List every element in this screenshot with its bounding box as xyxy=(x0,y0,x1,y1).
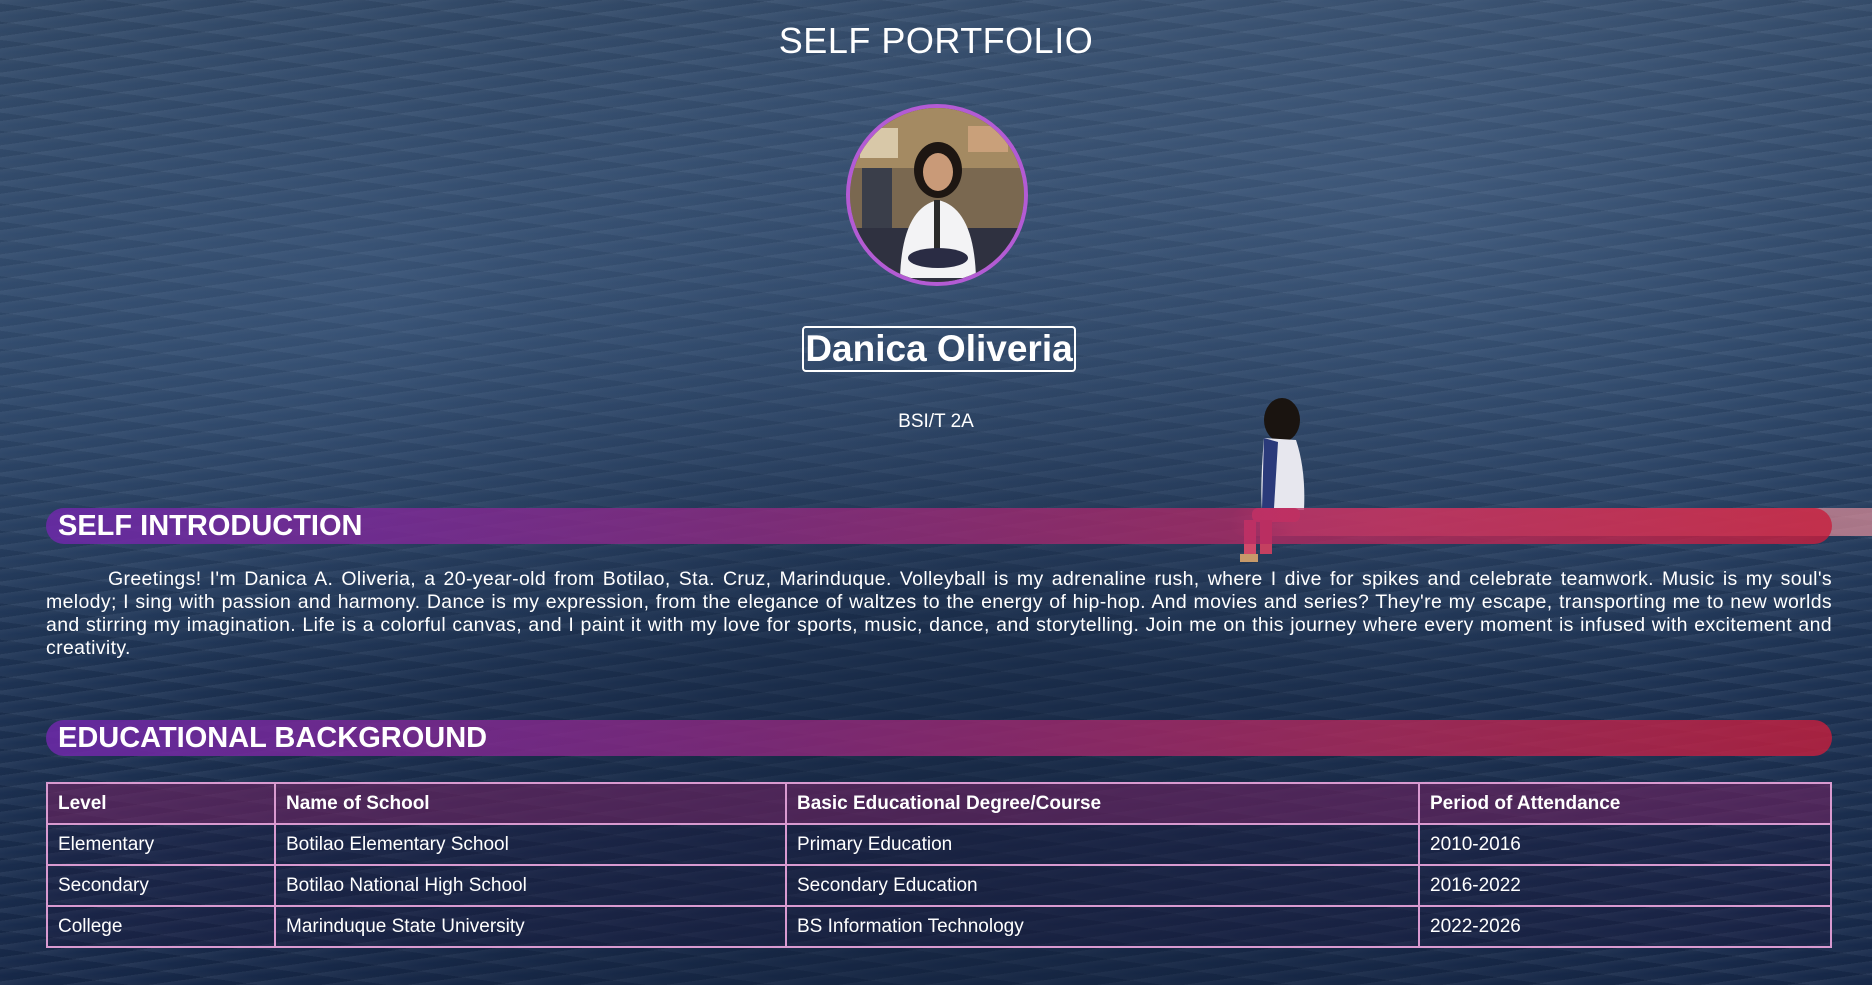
cell-degree: BS Information Technology xyxy=(785,905,1420,948)
table-header-row: Level Name of School Basic Educational D… xyxy=(46,782,1832,825)
educational-background-heading: EDUCATIONAL BACKGROUND xyxy=(46,720,1832,756)
cell-period: 2022-2026 xyxy=(1418,905,1832,948)
cell-period: 2016-2022 xyxy=(1418,864,1832,907)
column-header-period: Period of Attendance xyxy=(1418,782,1832,825)
profile-photo-icon xyxy=(850,108,1024,282)
cell-period: 2010-2016 xyxy=(1418,823,1832,866)
table-row: Elementary Botilao Elementary School Pri… xyxy=(46,823,1832,866)
column-header-school: Name of School xyxy=(274,782,787,825)
cell-degree: Secondary Education xyxy=(785,864,1420,907)
self-introduction-heading: SELF INTRODUCTION xyxy=(46,508,1832,544)
portfolio-page: SELF PORTFOLIO Danica Oliveria BSI/T 2A … xyxy=(0,0,1872,985)
table-row: Secondary Botilao National High School S… xyxy=(46,864,1832,907)
profile-avatar xyxy=(846,104,1028,286)
cell-level: Secondary xyxy=(46,864,276,907)
cell-school: Marinduque State University xyxy=(274,905,787,948)
cell-degree: Primary Education xyxy=(785,823,1420,866)
table-row: College Marinduque State University BS I… xyxy=(46,905,1832,948)
cell-school: Botilao Elementary School xyxy=(274,823,787,866)
cell-level: Elementary xyxy=(46,823,276,866)
cell-level: College xyxy=(46,905,276,948)
column-header-degree: Basic Educational Degree/Course xyxy=(785,782,1420,825)
cell-school: Botilao National High School xyxy=(274,864,787,907)
self-introduction-text: Greetings! I'm Danica A. Oliveria, a 20-… xyxy=(46,568,1832,659)
profile-name: Danica Oliveria xyxy=(802,326,1076,372)
education-table: Level Name of School Basic Educational D… xyxy=(46,782,1832,948)
profile-course: BSI/T 2A xyxy=(898,411,974,432)
page-title: SELF PORTFOLIO xyxy=(778,20,1094,61)
column-header-level: Level xyxy=(46,782,276,825)
